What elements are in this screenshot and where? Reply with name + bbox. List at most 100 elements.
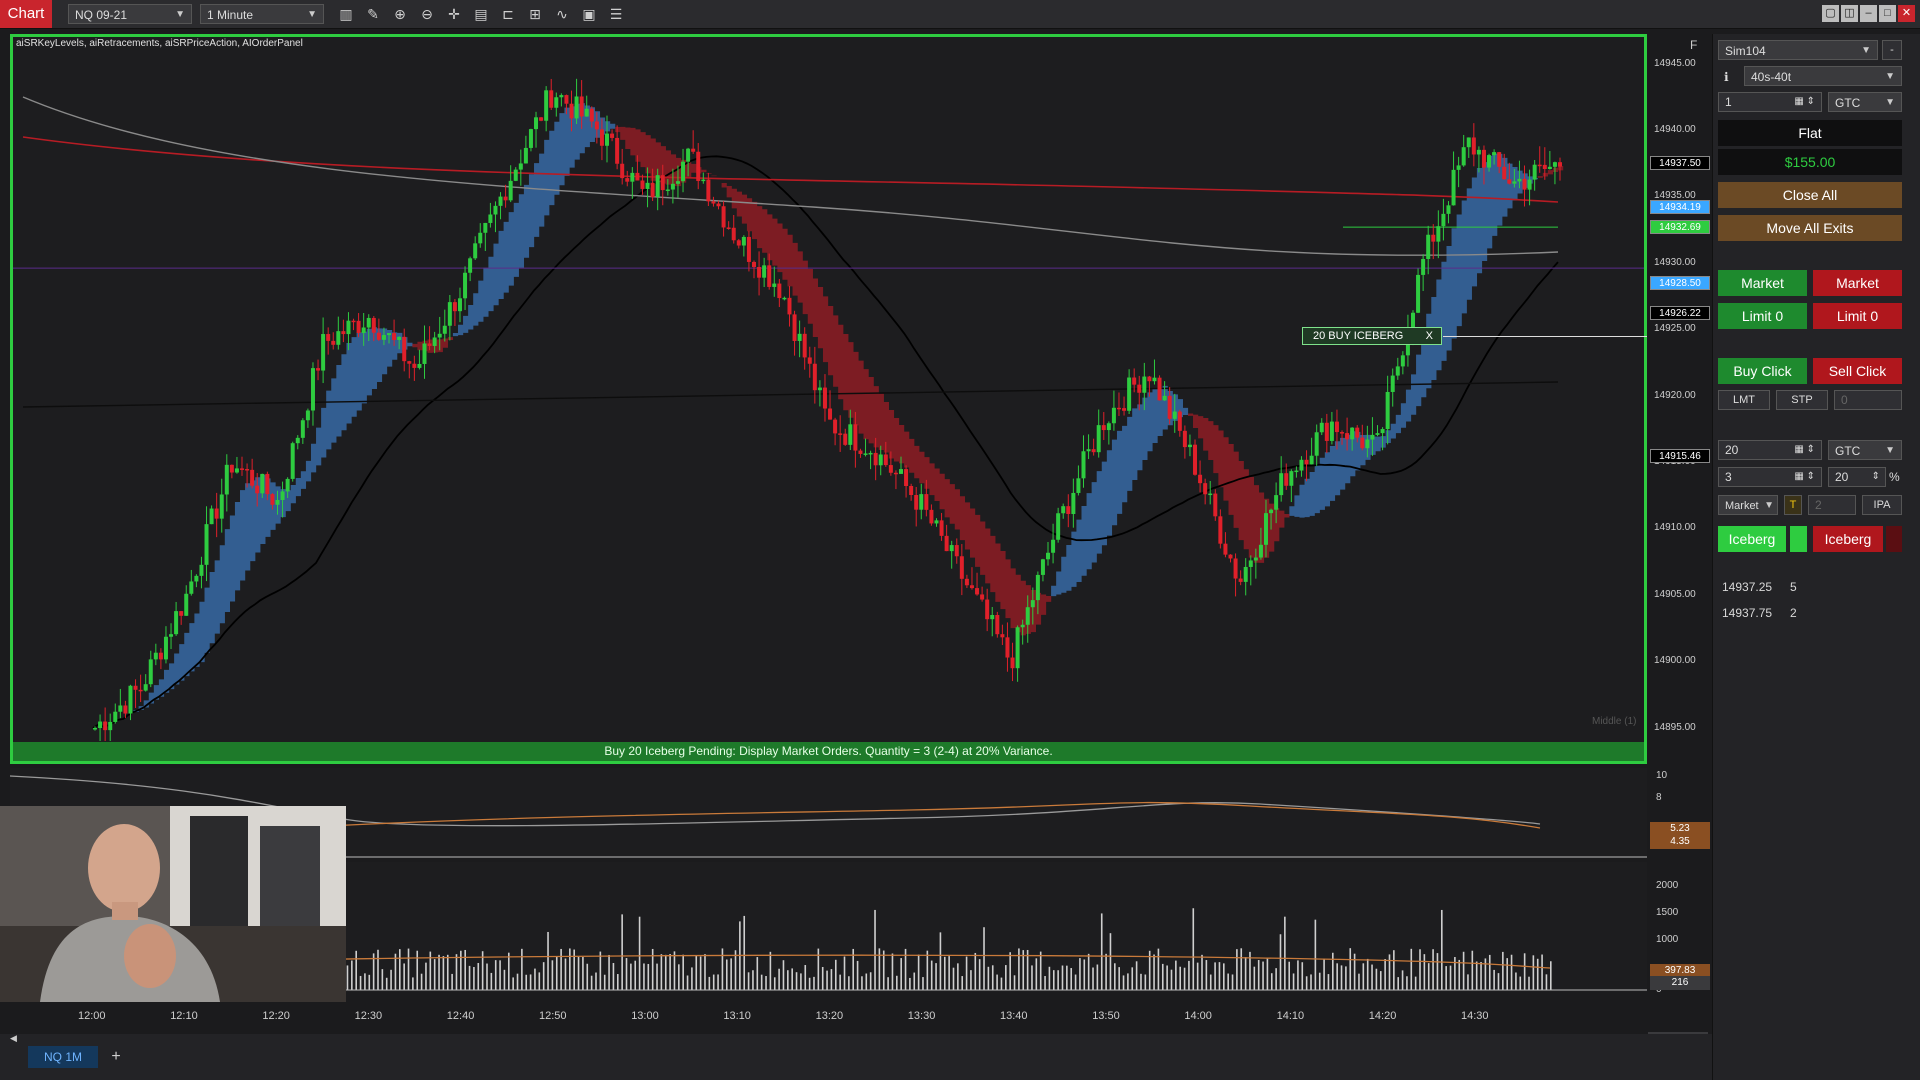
properties-icon[interactable]: ▣ bbox=[579, 4, 599, 24]
volume-bar bbox=[1532, 955, 1535, 990]
add-tab-button[interactable]: + bbox=[106, 1046, 126, 1068]
bar-type-icon[interactable]: ▥ bbox=[336, 4, 356, 24]
volume-bar bbox=[425, 962, 427, 990]
maximize-icon[interactable]: □ bbox=[1879, 5, 1896, 22]
candle-body bbox=[1340, 432, 1345, 434]
chart-window-tab[interactable]: Chart bbox=[0, 0, 52, 28]
templates-icon[interactable]: ⊏ bbox=[498, 4, 518, 24]
instrument-selector[interactable]: NQ 09-21 ▼ bbox=[68, 4, 192, 24]
sell-click-button[interactable]: Sell Click bbox=[1813, 358, 1902, 384]
candle-body bbox=[985, 599, 990, 620]
volume-bar bbox=[1536, 958, 1539, 990]
t-value-stepper[interactable]: 2 bbox=[1808, 495, 1856, 515]
dom-row[interactable]: 14937.75 2 bbox=[1722, 606, 1902, 632]
volume-value-tag: 216 bbox=[1650, 976, 1710, 990]
osc-line-orange bbox=[289, 801, 1541, 829]
display-qty-stepper[interactable]: 3 ▦ ⇕ bbox=[1718, 467, 1822, 487]
iceberg-qty-stepper[interactable]: 20 ▦ ⇕ bbox=[1718, 440, 1822, 460]
buy-iceberg-button[interactable]: Iceberg bbox=[1718, 526, 1786, 552]
collapse-panel-button[interactable]: - bbox=[1882, 40, 1902, 60]
candle-body bbox=[969, 585, 974, 589]
scroll-left-icon[interactable]: ◀ bbox=[10, 1033, 17, 1044]
buy-click-button[interactable]: Buy Click bbox=[1718, 358, 1807, 384]
candle-body bbox=[1253, 557, 1258, 561]
data-box-icon[interactable]: ▤ bbox=[471, 4, 491, 24]
candle-body bbox=[1476, 149, 1481, 155]
volume-bar bbox=[795, 972, 798, 990]
volume-bar bbox=[1480, 962, 1482, 990]
stepper-icon[interactable]: ⇕ bbox=[1872, 468, 1880, 486]
sell-market-button[interactable]: Market bbox=[1813, 270, 1902, 296]
quantity-stepper[interactable]: 1 ▦ ⇕ bbox=[1718, 92, 1822, 112]
strategies-icon[interactable]: ⊞ bbox=[525, 4, 545, 24]
layout-split-icon[interactable]: ◫ bbox=[1841, 5, 1858, 22]
chart-tab-nq-1m[interactable]: NQ 1M bbox=[28, 1046, 98, 1068]
minimize-icon[interactable]: – bbox=[1860, 5, 1877, 22]
stepper-icon[interactable]: ▦ ⇕ bbox=[1794, 468, 1815, 486]
stepper-icon[interactable]: ▦ ⇕ bbox=[1794, 441, 1815, 459]
sell-limit-button[interactable]: Limit 0 bbox=[1813, 303, 1902, 329]
volume-bar bbox=[1288, 961, 1291, 990]
interval-selector[interactable]: 1 Minute ▼ bbox=[200, 4, 324, 24]
indicators-icon[interactable]: ∿ bbox=[552, 4, 572, 24]
candle-body bbox=[904, 469, 909, 487]
volume-bar bbox=[869, 972, 872, 990]
candle-body bbox=[751, 261, 756, 268]
tif-selector[interactable]: GTC ▼ bbox=[1828, 92, 1902, 112]
volume-bar bbox=[887, 977, 889, 990]
time-axis[interactable]: 12:00 12:10 12:20 12:30 12:40 12:50 13:00 13:10… bbox=[10, 1002, 1647, 1032]
order-type-selector[interactable]: Market ▼ bbox=[1718, 495, 1778, 515]
stp-toggle[interactable]: STP bbox=[1776, 390, 1828, 410]
volume-bar bbox=[900, 958, 902, 990]
variance-stepper[interactable]: 20 ⇕ bbox=[1828, 467, 1886, 487]
candle-body bbox=[1558, 162, 1562, 167]
info-icon[interactable]: ℹ bbox=[1724, 70, 1729, 84]
volume-bar bbox=[1096, 964, 1099, 990]
volume-bar bbox=[1502, 951, 1504, 990]
zoom-out-icon[interactable]: ⊖ bbox=[417, 4, 437, 24]
move-all-exits-button[interactable]: Move All Exits bbox=[1718, 215, 1902, 241]
iceberg-tif-selector[interactable]: GTC ▼ bbox=[1828, 440, 1902, 460]
close-all-button[interactable]: Close All bbox=[1718, 182, 1902, 208]
candle-body bbox=[174, 611, 179, 635]
dom-row[interactable]: 14937.25 5 bbox=[1722, 580, 1902, 606]
candle-body bbox=[1385, 391, 1390, 430]
volume-bar bbox=[1013, 975, 1016, 990]
layout-icon[interactable]: ▢ bbox=[1822, 5, 1839, 22]
draw-tool-icon[interactable]: ✎ bbox=[363, 4, 383, 24]
volume-bar bbox=[412, 977, 414, 990]
chevron-down-icon: ▼ bbox=[1861, 45, 1871, 56]
volume-bar bbox=[1000, 977, 1003, 990]
candle-body bbox=[640, 180, 645, 189]
buy-market-button[interactable]: Market bbox=[1718, 270, 1807, 296]
candle-body bbox=[1400, 355, 1405, 367]
volume-bar bbox=[1209, 974, 1212, 990]
stepper-icon[interactable]: ▦ ⇕ bbox=[1794, 93, 1815, 111]
atm-strategy-selector[interactable]: 40s-40t ▼ bbox=[1744, 66, 1902, 86]
account-selector[interactable]: Sim104 ▼ bbox=[1718, 40, 1878, 60]
volume-bar bbox=[778, 968, 780, 990]
crosshair-icon[interactable]: ✛ bbox=[444, 4, 464, 24]
volume-bar bbox=[686, 975, 689, 990]
chart-trader-icon[interactable]: ☰ bbox=[606, 4, 626, 24]
iceberg-order-marker[interactable]: 20 BUY ICEBERG X bbox=[1302, 327, 1442, 345]
buy-limit-button[interactable]: Limit 0 bbox=[1718, 303, 1807, 329]
volume-bar bbox=[957, 963, 959, 990]
candle-body bbox=[934, 520, 939, 524]
close-icon[interactable]: ✕ bbox=[1898, 5, 1915, 22]
zoom-in-icon[interactable]: ⊕ bbox=[390, 4, 410, 24]
lmt-toggle[interactable]: LMT bbox=[1718, 390, 1770, 410]
candle-body bbox=[975, 588, 980, 595]
candle-body bbox=[270, 494, 275, 505]
ipa-button[interactable]: IPA bbox=[1862, 495, 1902, 515]
price-axis[interactable]: 14945.00 14940.00 14935.00 14930.00 14925.00… bbox=[1650, 34, 1710, 764]
sell-iceberg-button[interactable]: Iceberg bbox=[1813, 526, 1883, 552]
volume-axis-label: 1500 bbox=[1656, 907, 1679, 918]
iceberg-marker-close[interactable]: X bbox=[1426, 328, 1433, 344]
offset-stepper[interactable]: 0 bbox=[1834, 390, 1902, 410]
t-toggle[interactable]: T bbox=[1784, 495, 1802, 515]
price-axis-label: 14895.00 bbox=[1654, 721, 1696, 733]
volume-bar bbox=[948, 956, 950, 990]
candle-body bbox=[336, 331, 341, 345]
candle-body bbox=[919, 494, 924, 510]
